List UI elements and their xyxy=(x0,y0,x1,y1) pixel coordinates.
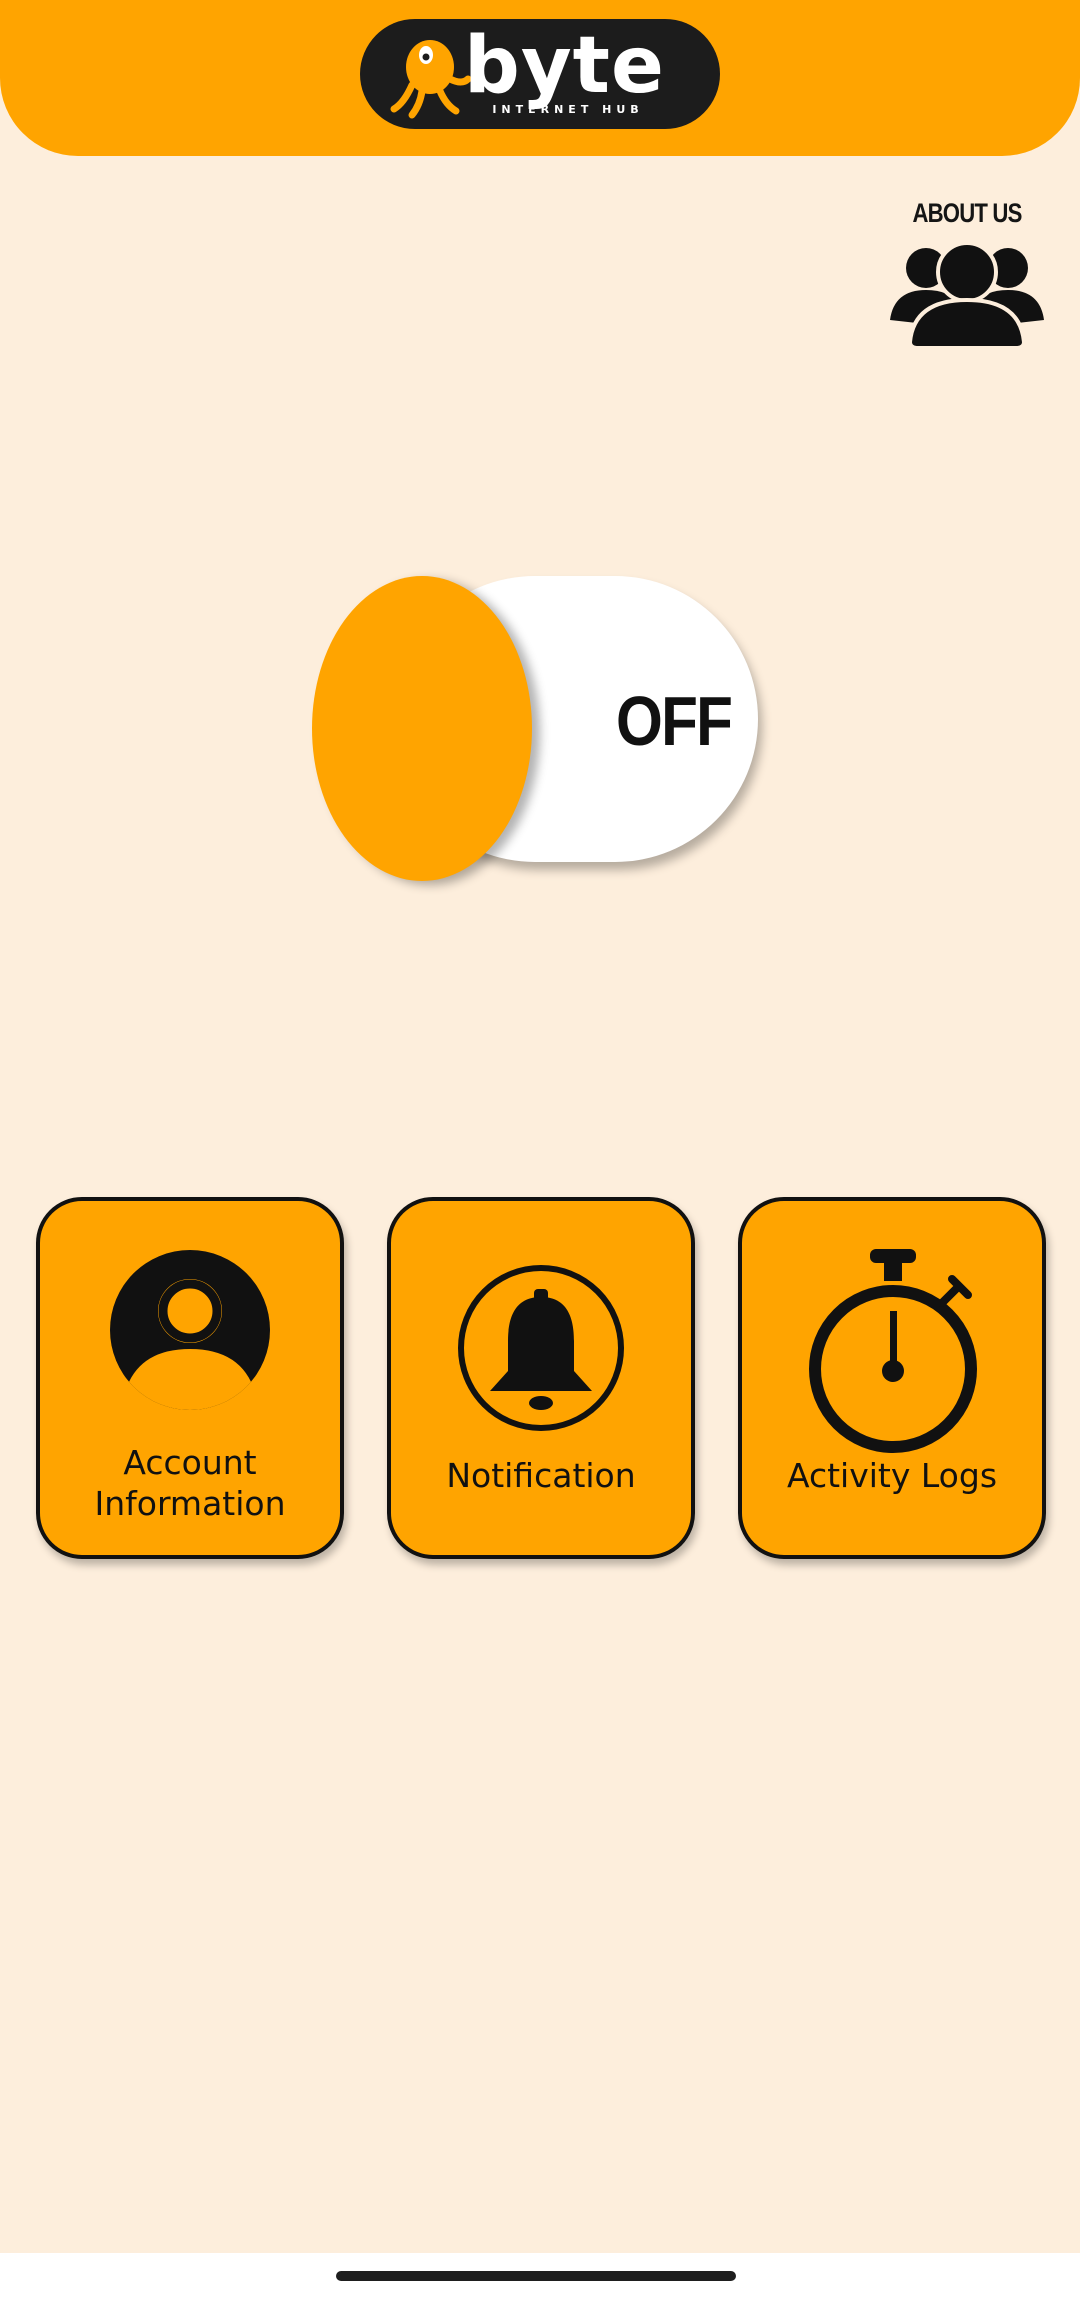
group-icon xyxy=(890,241,1044,350)
notification-label: Notification xyxy=(446,1456,636,1495)
logo-brand-text: byte xyxy=(464,21,665,111)
toggle-state-label: OFF xyxy=(616,682,733,760)
about-us-button[interactable]: ABOUT US xyxy=(882,192,1052,362)
account-label-line1: Account xyxy=(123,1443,257,1482)
notification-button[interactable]: Notification xyxy=(387,1197,695,1559)
mascot-logo-icon xyxy=(390,40,472,119)
home-indicator[interactable] xyxy=(336,2271,736,2281)
account-information-button[interactable]: Account Information xyxy=(36,1197,344,1559)
byte-logo: byte INTERNET HUB xyxy=(360,19,720,129)
app-header: byte INTERNET HUB xyxy=(0,0,1080,156)
bell-icon xyxy=(458,1265,624,1431)
power-toggle-switch[interactable]: OFF xyxy=(312,576,758,881)
stopwatch-icon xyxy=(809,1249,977,1453)
logo-tagline: INTERNET HUB xyxy=(492,103,644,116)
activity-logs-label: Activity Logs xyxy=(786,1456,998,1495)
toggle-knob xyxy=(312,576,532,881)
user-avatar-icon xyxy=(110,1250,270,1410)
activity-logs-button[interactable]: Activity Logs xyxy=(738,1197,1046,1559)
system-navigation-bar xyxy=(0,2253,1080,2299)
about-us-label: ABOUT US xyxy=(912,198,1022,228)
account-label-line2: Information xyxy=(94,1484,286,1523)
